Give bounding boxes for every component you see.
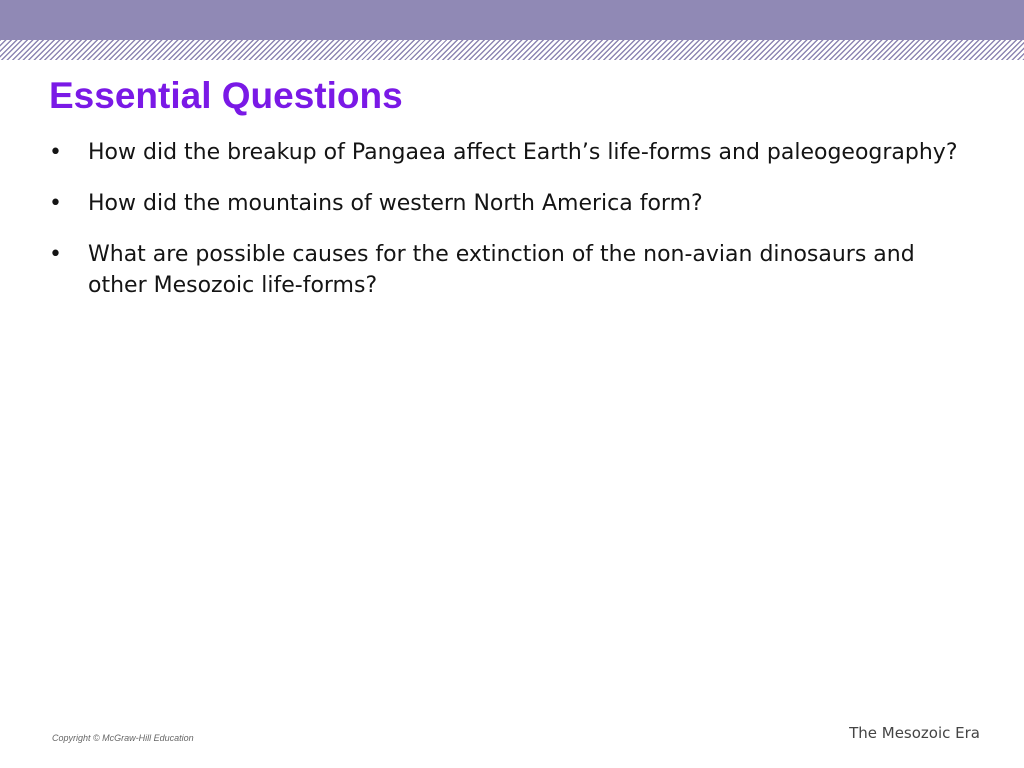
header-hatch-pattern xyxy=(0,30,1024,60)
bullet-text: What are possible causes for the extinct… xyxy=(88,242,915,298)
bullet-dot-icon: • xyxy=(49,191,62,216)
header-band xyxy=(0,0,1024,30)
bullet-text: How did the breakup of Pangaea affect Ea… xyxy=(88,140,958,165)
bullet-dot-icon: • xyxy=(49,242,62,267)
slide-title: Essential Questions xyxy=(49,75,403,116)
bullet-item: • How did the breakup of Pangaea affect … xyxy=(49,137,979,168)
bullet-item: • How did the mountains of western North… xyxy=(49,188,979,219)
footer-section-title: The Mesozoic Era xyxy=(849,724,980,742)
bullet-text: How did the mountains of western North A… xyxy=(88,191,703,216)
bullet-dot-icon: • xyxy=(49,140,62,165)
copyright-notice: Copyright © McGraw-Hill Education xyxy=(52,733,194,743)
bullet-list: • How did the breakup of Pangaea affect … xyxy=(49,137,979,321)
bullet-item: • What are possible causes for the extin… xyxy=(49,239,979,301)
